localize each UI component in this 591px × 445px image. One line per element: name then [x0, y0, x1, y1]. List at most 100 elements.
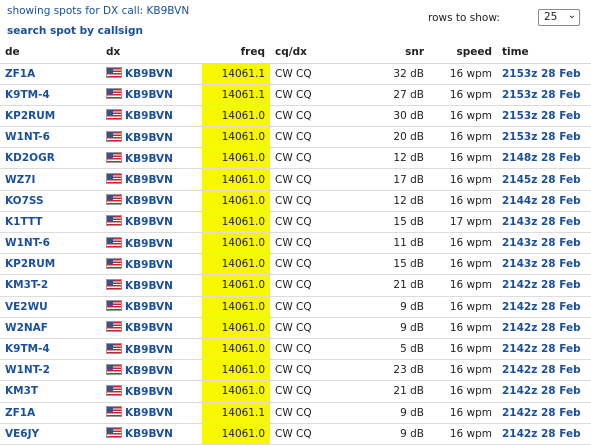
speed-cell: 16 wpm — [449, 131, 492, 144]
time-link[interactable]: 2142z 28 Feb — [502, 322, 581, 334]
time-link[interactable]: 2143z 28 Feb — [502, 237, 581, 249]
dx-callsign-link[interactable]: KB9BVN — [125, 238, 173, 250]
dx-column-cell: KB9BVN — [101, 211, 202, 234]
dx-callsign-link[interactable]: KB9BVN — [125, 322, 173, 334]
freq-column-cell: 14061.0 — [202, 317, 270, 339]
time-link[interactable]: 2142z 28 Feb — [502, 343, 581, 355]
speed-column-cell: 16 wpm — [429, 126, 497, 149]
us-flag-icon — [106, 215, 122, 227]
snr-column-cell: 9 dB — [349, 317, 429, 339]
snr-cell: 30 dB — [393, 109, 424, 122]
time-link[interactable]: 2148z 28 Feb — [502, 152, 581, 164]
time-link[interactable]: 2143z 28 Feb — [502, 216, 581, 228]
time-link[interactable]: 2145z 28 Feb — [502, 174, 581, 186]
spotter-callsign-link[interactable]: WZ7I — [5, 174, 35, 186]
spotter-callsign-link[interactable]: W2NAF — [5, 322, 48, 334]
spotter-callsign-link[interactable]: KM3T — [5, 385, 38, 397]
spotter-callsign-link[interactable]: VE2WU — [5, 301, 48, 313]
cqdx-cell: CW CQ — [275, 173, 312, 186]
time-link[interactable]: 2144z 28 Feb — [502, 195, 581, 207]
us-flag-icon — [106, 109, 122, 121]
dx-callsign-link[interactable]: KB9BVN — [125, 344, 173, 356]
dx-callsign-link[interactable]: KB9BVN — [125, 365, 173, 377]
us-flag-icon — [106, 130, 122, 142]
dx-callsign-link[interactable]: KB9BVN — [125, 407, 173, 419]
cqdx-cell: CW CQ — [275, 88, 312, 101]
speed-cell: 16 wpm — [449, 343, 492, 356]
column-header-cqdx[interactable]: cq/dx — [270, 42, 349, 64]
spotter-callsign-link[interactable]: VE6JY — [5, 428, 39, 440]
page-header: showing spots for DX call: KB9BVN search… — [0, 0, 591, 44]
time-link[interactable]: 2153z 28 Feb — [502, 89, 581, 101]
column-header-time[interactable]: time — [497, 42, 591, 64]
time-link[interactable]: 2142z 28 Feb — [502, 428, 581, 440]
dx-callsign-link[interactable]: KB9BVN — [125, 89, 173, 101]
time-link[interactable]: 2142z 28 Feb — [502, 385, 581, 397]
speed-cell: 16 wpm — [449, 321, 492, 334]
time-link[interactable]: 2153z 28 Feb — [502, 110, 581, 122]
snr-column-cell: 21 dB — [349, 274, 429, 297]
speed-cell: 16 wpm — [449, 88, 492, 101]
dx-callsign-link[interactable]: KB9BVN — [125, 153, 173, 165]
column-header-freq[interactable]: freq — [202, 42, 270, 64]
column-header-speed[interactable]: speed — [429, 42, 497, 64]
column-header-snr[interactable]: snr — [349, 42, 429, 64]
time-column-cell: 2153z 28 Feb — [497, 105, 591, 128]
dx-callsign-link[interactable]: KB9BVN — [125, 110, 173, 122]
snr-cell: 17 dB — [393, 173, 424, 186]
speed-column-cell: 16 wpm — [429, 253, 497, 276]
dx-column-cell: KB9BVN — [101, 338, 202, 361]
dx-callsign-link[interactable]: KB9BVN — [125, 428, 173, 440]
time-link[interactable]: 2153z 28 Feb — [502, 131, 581, 143]
spotter-callsign-link[interactable]: K1TTT — [5, 216, 42, 228]
speed-column-cell: 16 wpm — [429, 359, 497, 382]
time-link[interactable]: 2153z 28 Feb — [502, 68, 581, 80]
column-header-dx[interactable]: dx — [101, 42, 202, 64]
rows-to-show-select[interactable]: 25 ⌄ — [538, 9, 580, 26]
dx-callsign-link[interactable]: KB9BVN — [125, 132, 173, 144]
spotter-callsign-link[interactable]: KP2RUM — [5, 110, 55, 122]
time-link[interactable]: 2142z 28 Feb — [502, 364, 581, 376]
time-link[interactable]: 2143z 28 Feb — [502, 258, 581, 270]
dx-callsign-link[interactable]: KB9BVN — [125, 386, 173, 398]
de-column-cell: K9TM-4 — [0, 338, 101, 361]
time-column-cell: 2144z 28 Feb — [497, 190, 591, 212]
dx-callsign-link[interactable]: KB9BVN — [125, 216, 173, 228]
cqdx-cell: CW CQ — [275, 343, 312, 356]
spotter-callsign-link[interactable]: K9TM-4 — [5, 89, 50, 101]
de-column-cell: ZF1A — [0, 402, 101, 424]
spotter-callsign-link[interactable]: ZF1A — [5, 407, 35, 419]
dx-callsign-link[interactable]: KB9BVN — [125, 280, 173, 292]
snr-column-cell: 9 dB — [349, 402, 429, 424]
frequency-cell: 14061.0 — [221, 279, 265, 292]
time-column-cell: 2142z 28 Feb — [497, 274, 591, 297]
spotter-callsign-link[interactable]: KM3T-2 — [5, 279, 48, 291]
snr-column-cell: 23 dB — [349, 359, 429, 382]
freq-column-cell: 14061.0 — [202, 126, 270, 149]
spotter-callsign-link[interactable]: K9TM-4 — [5, 343, 50, 355]
dx-callsign-link[interactable]: KB9BVN — [125, 259, 173, 271]
spotter-callsign-link[interactable]: W1NT-6 — [5, 237, 50, 249]
time-link[interactable]: 2142z 28 Feb — [502, 301, 581, 313]
us-flag-icon — [106, 363, 122, 375]
spotter-callsign-link[interactable]: KO7SS — [5, 195, 44, 207]
dx-callsign-link[interactable]: KB9BVN — [125, 195, 173, 207]
spotter-callsign-link[interactable]: KP2RUM — [5, 258, 55, 270]
dx-callsign-link[interactable]: KB9BVN — [125, 174, 173, 186]
time-link[interactable]: 2142z 28 Feb — [502, 407, 581, 419]
freq-column-cell: 14061.0 — [202, 232, 270, 255]
snr-column-cell: 32 dB — [349, 63, 429, 85]
spotter-callsign-link[interactable]: W1NT-6 — [5, 131, 50, 143]
table-row: KP2RUM KB9BVN 14061.0 CW CQ 15 dB 16 wpm 2143z… — [0, 253, 591, 276]
search-by-callsign-link[interactable]: search spot by callsign — [7, 25, 143, 37]
spotter-callsign-link[interactable]: W1NT-2 — [5, 364, 50, 376]
dx-callsign-link[interactable]: KB9BVN — [125, 301, 173, 313]
snr-cell: 5 dB — [400, 343, 424, 356]
mode-column-cell: CW CQ — [270, 211, 349, 234]
dx-callsign-link[interactable]: KB9BVN — [125, 68, 173, 80]
spotter-callsign-link[interactable]: KD2OGR — [5, 152, 55, 164]
column-header-de[interactable]: de — [0, 42, 101, 64]
mode-column-cell: CW CQ — [270, 105, 349, 128]
spotter-callsign-link[interactable]: ZF1A — [5, 68, 35, 80]
time-link[interactable]: 2142z 28 Feb — [502, 279, 581, 291]
